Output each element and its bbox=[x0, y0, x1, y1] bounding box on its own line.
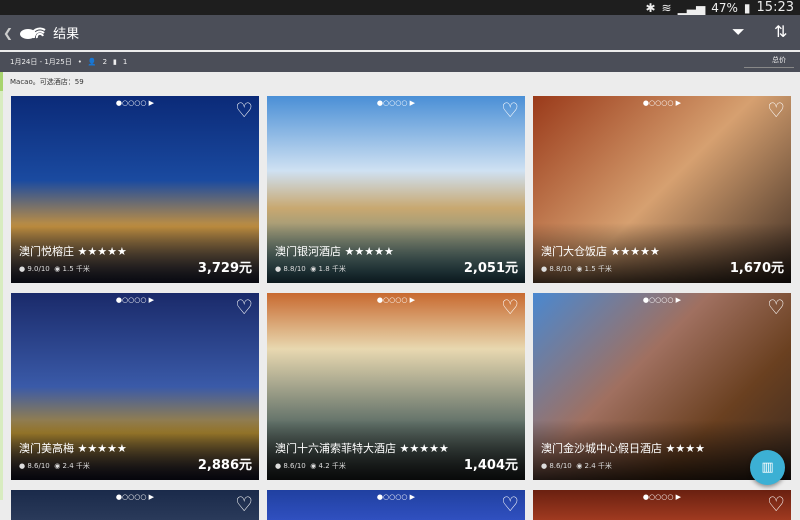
status-bar: ✱ ≋ ▁▃▅ 47% ▮ 15:23 bbox=[0, 0, 800, 15]
hotel-meta: ● 8.6/10 ◉ 2.4 千米 bbox=[541, 462, 612, 470]
hotel-name: 澳门金沙城中心假日酒店 ★★★★ bbox=[541, 442, 705, 455]
hotel-rating: 9.0/10 bbox=[27, 265, 50, 273]
hotel-price: 2,051元 bbox=[463, 261, 518, 276]
hotel-name: 澳门悦榕庄 ★★★★★ bbox=[19, 245, 127, 258]
hotel-distance: 1.8 千米 bbox=[318, 265, 346, 273]
logo-icon bbox=[19, 22, 47, 44]
hotel-rating: 8.6/10 bbox=[27, 462, 50, 470]
battery-icon: ▮ bbox=[743, 0, 751, 15]
hotel-meta: ● 8.8/10 ◉ 1.5 千米 bbox=[541, 265, 612, 273]
search-summary[interactable]: 1月24日 - 1月25日 • 👤 2 ▮ 1 总价 bbox=[0, 52, 800, 72]
favorite-icon[interactable]: ♡ bbox=[767, 295, 785, 319]
app-bar: ❮ 结果 ⏷ ⇅ bbox=[0, 15, 800, 50]
map-button[interactable]: ▥ bbox=[750, 450, 785, 485]
bluetooth-icon: ✱ bbox=[645, 0, 656, 15]
hotel-meta: ● 8.6/10 ◉ 4.2 千米 bbox=[275, 462, 346, 470]
map-icon: ▥ bbox=[761, 460, 774, 475]
page-title: 结果 bbox=[53, 27, 80, 42]
favorite-icon[interactable]: ♡ bbox=[501, 492, 519, 516]
hotel-rating: 8.8/10 bbox=[549, 265, 572, 273]
signal-icon: ▁▃▅ bbox=[677, 0, 706, 15]
favorite-icon[interactable]: ♡ bbox=[501, 98, 519, 122]
hotel-name: 澳门银河酒店 ★★★★★ bbox=[275, 245, 394, 258]
hotel-price: 3,729元 bbox=[197, 261, 252, 276]
hotel-name: 澳门十六浦索菲特大酒店 ★★★★★ bbox=[275, 442, 449, 455]
favorite-icon[interactable]: ♡ bbox=[501, 295, 519, 319]
hotel-distance: 2.4 千米 bbox=[584, 462, 612, 470]
filter-icon[interactable]: ⏷ bbox=[732, 22, 745, 42]
hotel-meta: ● 8.6/10 ◉ 2.4 千米 bbox=[19, 462, 90, 470]
separator: • bbox=[77, 58, 82, 66]
guest-count: 2 bbox=[102, 58, 108, 66]
back-icon[interactable]: ❮ bbox=[3, 26, 13, 40]
photo-pager[interactable]: ●○○○○ ▶ bbox=[377, 296, 415, 304]
clock: 15:23 bbox=[756, 0, 794, 15]
hotel-card[interactable]: ●○○○○ ▶ ♡ 澳门十六浦索菲特大酒店 ★★★★★ ● 8.6/10 ◉ 4.2… bbox=[267, 293, 525, 480]
favorite-icon[interactable]: ♡ bbox=[767, 98, 785, 122]
hotel-distance: 1.5 千米 bbox=[584, 265, 612, 273]
photo-pager[interactable]: ●○○○○ ▶ bbox=[643, 99, 681, 107]
favorite-icon[interactable]: ♡ bbox=[235, 295, 253, 319]
favorite-icon[interactable]: ♡ bbox=[767, 492, 785, 516]
hotel-price: 1,404元 bbox=[463, 458, 518, 473]
photo-pager[interactable]: ●○○○○ ▶ bbox=[643, 296, 681, 304]
hotel-card[interactable]: ●○○○○ ▶ ♡ 澳门大仓饭店 ★★★★★ ● 8.8/10 ◉ 1.5 千米 1… bbox=[533, 96, 791, 283]
battery-level: 47% bbox=[711, 0, 738, 15]
hotel-rating: 8.8/10 bbox=[283, 265, 306, 273]
favorite-icon[interactable]: ♡ bbox=[235, 98, 253, 122]
hotel-name: 澳门大仓饭店 ★★★★★ bbox=[541, 245, 660, 258]
side-accent bbox=[0, 91, 3, 500]
hotel-card[interactable]: ●○○○○ ▶ ♡ 澳门悦榕庄 ★★★★★ ● 9.0/10 ◉ 1.5 千米 3,… bbox=[11, 96, 259, 283]
hotel-distance: 1.5 千米 bbox=[62, 265, 90, 273]
hotel-card[interactable]: ●○○○○ ▶ ♡ 澳门美高梅 ★★★★★ ● 8.6/10 ◉ 2.4 千米 2,… bbox=[11, 293, 259, 480]
sort-dropdown[interactable]: 总价 bbox=[744, 55, 794, 68]
hotel-card[interactable]: ●○○○○ ▶ ♡ bbox=[533, 490, 791, 520]
room-count: 1 bbox=[122, 58, 128, 66]
hotel-card[interactable]: ●○○○○ ▶ ♡ bbox=[267, 490, 525, 520]
photo-pager[interactable]: ●○○○○ ▶ bbox=[116, 296, 154, 304]
room-icon: ▮ bbox=[113, 58, 117, 66]
wifi-icon: ≋ bbox=[661, 0, 672, 15]
favorite-icon[interactable]: ♡ bbox=[235, 492, 253, 516]
photo-pager[interactable]: ●○○○○ ▶ bbox=[116, 99, 154, 107]
hotel-price: 1,670元 bbox=[729, 261, 784, 276]
sort-icon[interactable]: ⇅ bbox=[774, 22, 787, 41]
hotel-card[interactable]: ●○○○○ ▶ ♡ 澳门银河酒店 ★★★★★ ● 8.8/10 ◉ 1.8 千米 2… bbox=[267, 96, 525, 283]
hotel-card[interactable]: ●○○○○ ▶ ♡ bbox=[11, 490, 259, 520]
hotel-card[interactable]: ●○○○○ ▶ ♡ 澳门金沙城中心假日酒店 ★★★★ ● 8.6/10 ◉ 2.4 … bbox=[533, 293, 791, 480]
hotel-rating: 8.6/10 bbox=[549, 462, 572, 470]
hotel-distance: 4.2 千米 bbox=[318, 462, 346, 470]
photo-pager[interactable]: ●○○○○ ▶ bbox=[377, 99, 415, 107]
hotel-meta: ● 8.8/10 ◉ 1.8 千米 bbox=[275, 265, 346, 273]
hotel-name: 澳门美高梅 ★★★★★ bbox=[19, 442, 127, 455]
hotel-distance: 2.4 千米 bbox=[62, 462, 90, 470]
guest-icon: 👤 bbox=[87, 58, 97, 66]
hotel-rating: 8.6/10 bbox=[283, 462, 306, 470]
hotel-price: 2,886元 bbox=[197, 458, 252, 473]
date-range: 1月24日 - 1月25日 bbox=[10, 58, 72, 66]
hotel-meta: ● 9.0/10 ◉ 1.5 千米 bbox=[19, 265, 90, 273]
results-count: Macao。可选酒店：59 bbox=[0, 72, 800, 91]
